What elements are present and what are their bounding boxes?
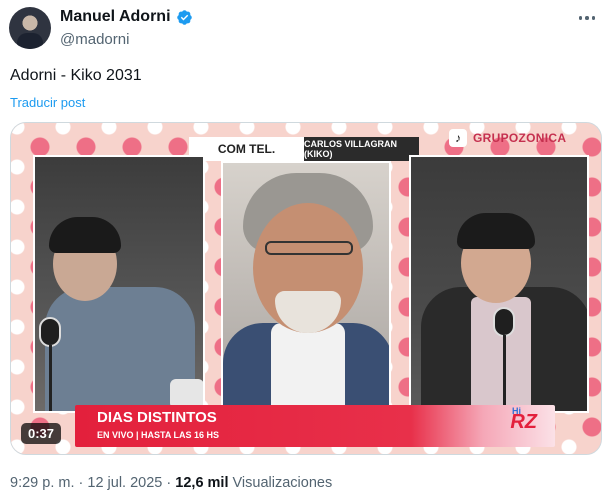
author-name-row: Manuel Adorni [60, 8, 193, 26]
lower-third-subtitle: EN VIVO | HASTA LAS 16 HS [97, 430, 220, 440]
brand-text: GRUPOZONICA [473, 131, 567, 145]
views-count[interactable]: 12,6 mil [175, 475, 228, 491]
separator: · [78, 475, 84, 491]
author-display-name[interactable]: Manuel Adorni [60, 8, 171, 26]
author-handle[interactable]: @madorni [60, 31, 129, 48]
more-options-icon[interactable] [574, 8, 600, 28]
post-header: Manuel Adorni @madorni [0, 0, 610, 60]
video-player[interactable]: COM TEL. CARLOS VILLAGRAN (KIKO) ♪ GRUPO… [10, 122, 602, 455]
verified-badge-icon [176, 9, 192, 25]
video-brand: ♪ GRUPOZONICA [449, 129, 566, 147]
post-text: Adorni - Kiko 2031 [10, 67, 142, 84]
post-time[interactable]: 9:29 p. m. [10, 475, 74, 491]
lower-third-logo: RZ [510, 411, 537, 433]
lower-third-title: DIAS DISTINTOS [97, 409, 217, 426]
translate-post-link[interactable]: Traducir post [10, 95, 85, 110]
tiktok-icon: ♪ [449, 129, 467, 147]
post-metadata: 9:29 p. m. · 12 jul. 2025 · 12,6 mil Vis… [10, 475, 332, 491]
lower-third-banner: DIAS DISTINTOS EN VIVO | HASTA LAS 16 HS… [75, 405, 555, 447]
video-duration-badge: 0:37 [21, 423, 62, 444]
views-label: Visualizaciones [232, 475, 333, 491]
banner-right-text: CARLOS VILLAGRAN (KIKO) [304, 137, 419, 161]
banner-left-text: COM TEL. [189, 137, 304, 161]
separator: · [166, 475, 172, 491]
post-date[interactable]: 12 jul. 2025 [87, 475, 162, 491]
video-panel-right [409, 155, 589, 413]
video-panel-center [221, 161, 391, 413]
video-top-banner: COM TEL. CARLOS VILLAGRAN (KIKO) [189, 137, 419, 161]
author-avatar[interactable] [9, 7, 51, 49]
video-panel-left [33, 155, 205, 413]
